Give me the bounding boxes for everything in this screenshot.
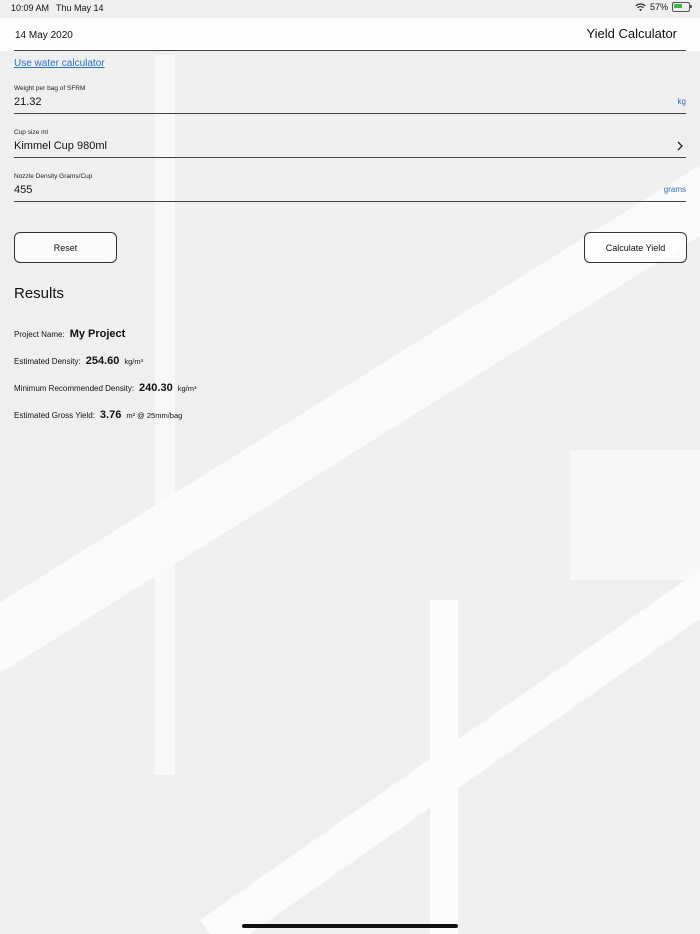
result-value: My Project: [69, 328, 126, 340]
weight-per-bag-field[interactable]: Weight per bag of SFRM 21.32 kg: [14, 85, 686, 127]
result-label: Estimated Density:: [14, 357, 81, 366]
reset-button[interactable]: Reset: [14, 232, 117, 263]
nozzle-density-input[interactable]: 455: [14, 184, 32, 196]
field-label: Cup size ml: [14, 129, 48, 136]
result-row-min-density: Minimum Recommended Density: 240.30 kg/m…: [14, 382, 196, 394]
result-value: 254.60: [85, 355, 120, 367]
calculate-yield-button[interactable]: Calculate Yield: [584, 232, 687, 263]
result-unit: kg/m³: [124, 357, 144, 366]
nozzle-density-field[interactable]: Nozzle Density Grams/Cup 455 grams: [14, 173, 686, 215]
water-calculator-link[interactable]: Use water calculator: [14, 58, 105, 69]
result-row-estimated-density: Estimated Density: 254.60 kg/m³: [14, 355, 143, 367]
chevron-right-icon[interactable]: [676, 141, 684, 151]
result-label: Minimum Recommended Density:: [14, 384, 135, 393]
field-underline: [14, 157, 686, 158]
result-row-gross-yield: Estimated Gross Yield: 3.76 m² @ 25mm/ba…: [14, 409, 182, 421]
unit-label: kg: [677, 97, 686, 106]
field-underline: [14, 113, 686, 114]
field-label: Nozzle Density Grams/Cup: [14, 173, 93, 180]
result-unit: kg/m³: [177, 384, 197, 393]
result-value: 3.76: [99, 409, 122, 421]
result-row-project: Project Name: My Project: [14, 328, 125, 340]
yield-form: Use water calculator Weight per bag of S…: [0, 0, 700, 934]
cup-size-select[interactable]: Kimmel Cup 980ml: [14, 140, 107, 152]
result-unit: m² @ 25mm/bag: [126, 411, 183, 420]
result-value: 240.30: [139, 382, 173, 394]
field-underline: [14, 201, 686, 202]
weight-per-bag-input[interactable]: 21.32: [14, 96, 42, 108]
field-label: Weight per bag of SFRM: [14, 85, 86, 92]
home-indicator[interactable]: [242, 924, 458, 928]
results-title: Results: [14, 285, 65, 302]
result-label: Project Name:: [14, 330, 65, 339]
result-label: Estimated Gross Yield:: [14, 411, 95, 420]
cup-size-field[interactable]: Cup size ml Kimmel Cup 980ml: [14, 129, 686, 171]
unit-label: grams: [663, 185, 686, 194]
